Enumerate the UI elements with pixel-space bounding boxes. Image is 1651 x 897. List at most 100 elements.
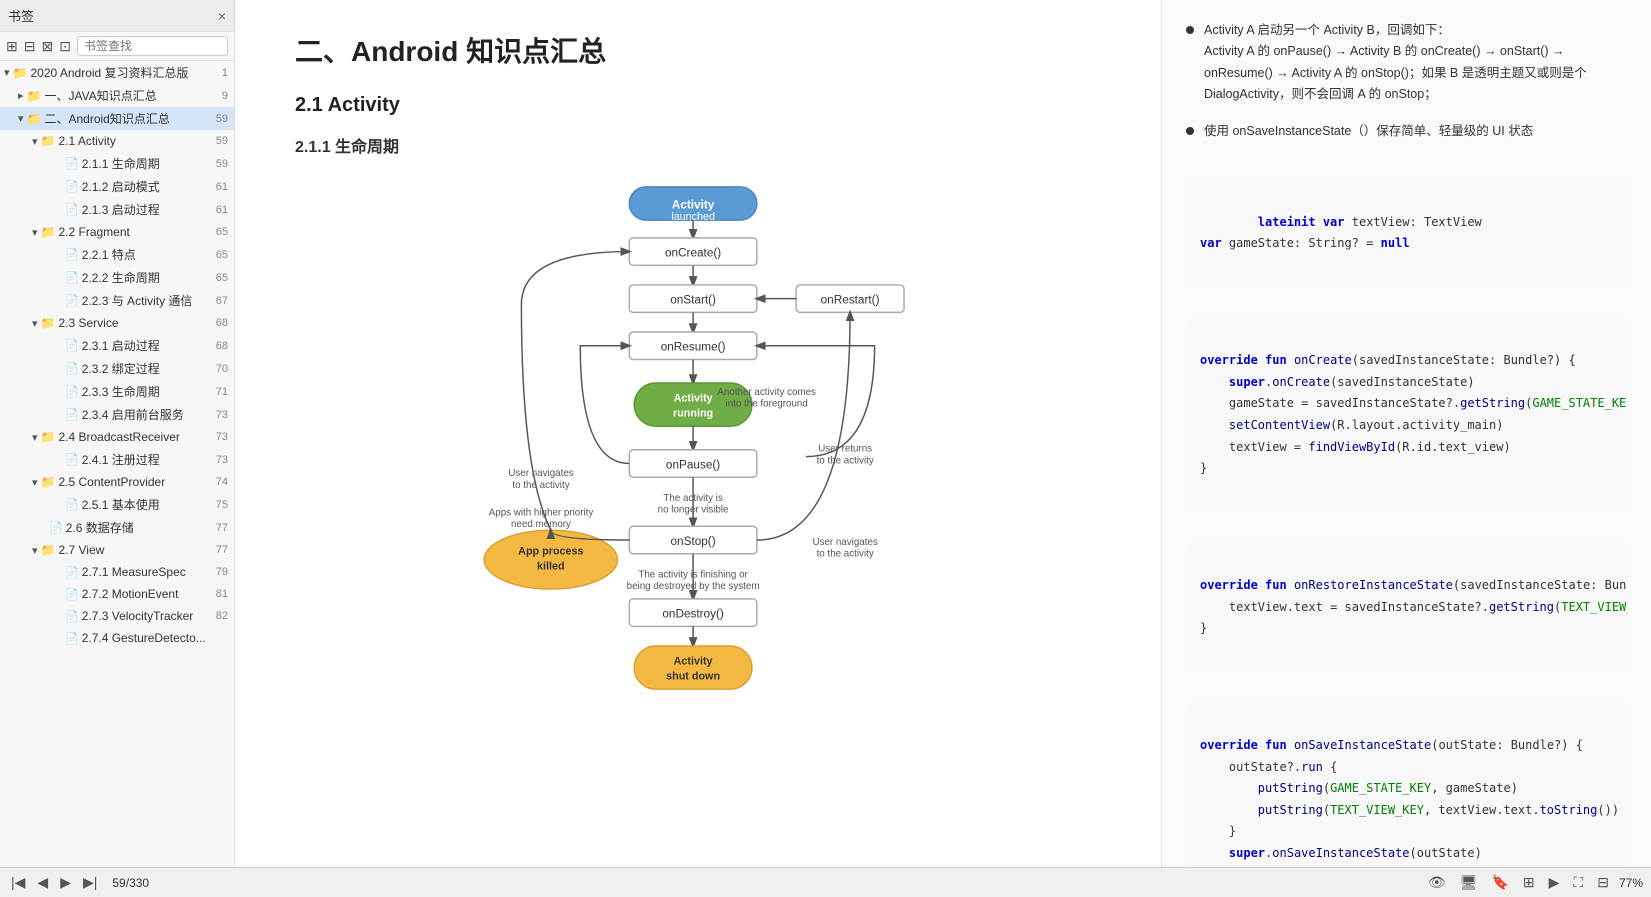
sidebar-search-box[interactable] [77,36,228,56]
display-icon[interactable]: 🖥 [1456,874,1482,891]
table-icon[interactable]: ⊞ [1519,874,1539,891]
nav-label: 2.1.3 启动过程 [82,201,208,218]
sidebar-item-s23[interactable]: ▾📁2.3 Service68 [0,312,234,334]
sidebar-item-s251[interactable]: 📄2.5.1 基本使用75 [0,493,234,516]
toolbar-icon-2[interactable]: ⊟ [24,38,36,55]
sidebar-item-s222[interactable]: 📄2.2.2 生命周期65 [0,266,234,289]
bookmark-icon[interactable]: 🔖 [1487,874,1512,891]
bullet-dot-1 [1186,26,1194,34]
sidebar: 书签 × ⊞ ⊟ ⊠ ⊡ ▾📁2020 Android 复习资料汇总版1▸📁一、… [0,0,235,867]
nav-label: 2.4.1 注册过程 [82,451,208,468]
sidebar-header: 书签 × [0,0,234,32]
layout-icon[interactable]: ⊟ [1593,874,1613,891]
sidebar-item-s273[interactable]: 📄2.7.3 VelocityTracker82 [0,605,234,627]
nav-label: 2.2.1 特点 [82,246,208,263]
nav-label: 2.3.4 启用前台服务 [82,406,208,423]
svg-text:need memory: need memory [511,519,571,530]
svg-text:Activity: Activity [674,656,713,668]
sidebar-item-s232[interactable]: 📄2.3.2 绑定过程70 [0,357,234,380]
nav-badge: 61 [208,204,228,216]
nav-label: 二、Android知识点汇总 [44,110,208,127]
sidebar-nav: ▾📁2020 Android 复习资料汇总版1▸📁一、JAVA知识点汇总9▾📁二… [0,61,234,867]
svg-text:Apps with higher priority: Apps with higher priority [489,507,594,518]
nav-badge: 61 [208,181,228,193]
nav-badge: 59 [208,158,228,170]
svg-text:Another activity comes: Another activity comes [717,387,816,398]
nav-badge: 68 [208,317,228,329]
fullscreen-icon[interactable]: ⛶ [1569,874,1587,891]
sidebar-item-s223[interactable]: 📄2.2.3 与 Activity 通信67 [0,289,234,312]
section-title: 2.1 Activity [295,94,1101,117]
zoom-level: 77% [1619,876,1643,890]
prev-page-button[interactable]: ◀ [34,874,51,891]
nav-label: 一、JAVA知识点汇总 [44,87,208,104]
sidebar-item-s231[interactable]: 📄2.3.1 启动过程68 [0,334,234,357]
toolbar-icon-4[interactable]: ⊡ [59,38,71,55]
sidebar-item-ch1[interactable]: ▸📁一、JAVA知识点汇总9 [0,84,234,107]
sidebar-item-s241[interactable]: 📄2.4.1 注册过程73 [0,448,234,471]
nav-badge: 59 [208,113,228,125]
sidebar-item-s22[interactable]: ▾📁2.2 Fragment65 [0,221,234,243]
sidebar-item-s271[interactable]: 📄2.7.1 MeasureSpec79 [0,561,234,583]
code-block-3: override fun onRestoreInstanceState(save… [1186,543,1627,671]
nav-label: 2.5.1 基本使用 [82,496,208,513]
svg-text:to the activity: to the activity [817,455,874,466]
nav-badge: 1 [208,67,228,79]
nav-label: 2.3.2 绑定过程 [82,360,208,377]
bullet-2: 使用 onSaveInstanceState（）保存简单、轻量级的 UI 状态 [1186,121,1627,142]
nav-label: 2.7.1 MeasureSpec [82,565,208,579]
nav-badge: 75 [208,499,228,511]
toolbar-icon-3[interactable]: ⊠ [41,38,53,55]
toolbar-icon-1[interactable]: ⊞ [6,38,18,55]
nav-badge: 77 [208,522,228,534]
play-icon[interactable]: ▶ [1545,874,1564,891]
sidebar-item-s24[interactable]: ▾📁2.4 BroadcastReceiver73 [0,426,234,448]
sidebar-item-ch2[interactable]: ▾📁二、Android知识点汇总59 [0,107,234,130]
sidebar-item-s212[interactable]: 📄2.1.2 启动模式61 [0,175,234,198]
nav-label: 2.2 Fragment [58,225,208,239]
svg-text:onStart(): onStart() [670,294,716,307]
main-content: 二、Android 知识点汇总 2.1 Activity 2.1.1 生命周期 … [235,0,1651,867]
sidebar-item-s234[interactable]: 📄2.3.4 启用前台服务73 [0,403,234,426]
svg-text:onDestroy(): onDestroy() [662,608,724,621]
eye-icon[interactable]: 👁 [1424,874,1450,891]
sidebar-item-s213[interactable]: 📄2.1.3 启动过程61 [0,198,234,221]
sidebar-item-s21[interactable]: ▾📁2.1 Activity59 [0,130,234,152]
sidebar-item-s25[interactable]: ▾📁2.5 ContentProvider74 [0,471,234,493]
sidebar-item-s221[interactable]: 📄2.2.1 特点65 [0,243,234,266]
sidebar-item-s211[interactable]: 📄2.1.1 生命周期59 [0,152,234,175]
svg-text:into the foreground: into the foreground [726,399,808,410]
nav-badge: 65 [208,249,228,261]
svg-text:onStop(): onStop() [671,535,716,548]
sidebar-item-s27[interactable]: ▾📁2.7 View77 [0,539,234,561]
nav-label: 2.2.2 生命周期 [82,269,208,286]
subsection-title: 2.1.1 生命周期 [295,133,1101,157]
nav-badge: 81 [208,588,228,600]
last-page-button[interactable]: ▶| [80,874,100,891]
svg-text:onPause(): onPause() [666,458,720,471]
nav-badge: 82 [208,610,228,622]
sidebar-item-root[interactable]: ▾📁2020 Android 复习资料汇总版1 [0,61,234,84]
doc-area: 二、Android 知识点汇总 2.1 Activity 2.1.1 生命周期 … [235,0,1161,867]
first-page-button[interactable]: |◀ [8,874,28,891]
nav-label: 2.1.2 启动模式 [82,178,208,195]
search-input[interactable] [84,39,221,53]
nav-label: 2.2.3 与 Activity 通信 [82,292,208,309]
sidebar-item-s274[interactable]: 📄2.7.4 GestureDetecto... [0,627,234,649]
sidebar-close-button[interactable]: × [218,8,226,24]
nav-label: 2.3 Service [58,316,208,330]
sidebar-item-s233[interactable]: 📄2.3.3 生命周期71 [0,380,234,403]
nav-label: 2.1.1 生命周期 [82,155,208,172]
nav-label: 2.7 View [58,543,208,557]
nav-badge: 74 [208,476,228,488]
next-page-button[interactable]: ▶ [57,874,74,891]
nav-label: 2.3.3 生命周期 [82,383,208,400]
nav-label: 2.5 ContentProvider [58,475,208,489]
nav-badge: 67 [208,295,228,307]
nav-badge: 77 [208,544,228,556]
sidebar-item-s26[interactable]: 📄2.6 数据存储77 [0,516,234,539]
svg-text:shut down: shut down [666,670,720,682]
code-block-4: override fun onSaveInstanceState(outStat… [1186,703,1627,867]
right-panel: Activity A 启动另一个 Activity B，回调如下： Activi… [1161,0,1651,867]
sidebar-item-s272[interactable]: 📄2.7.2 MotionEvent81 [0,583,234,605]
